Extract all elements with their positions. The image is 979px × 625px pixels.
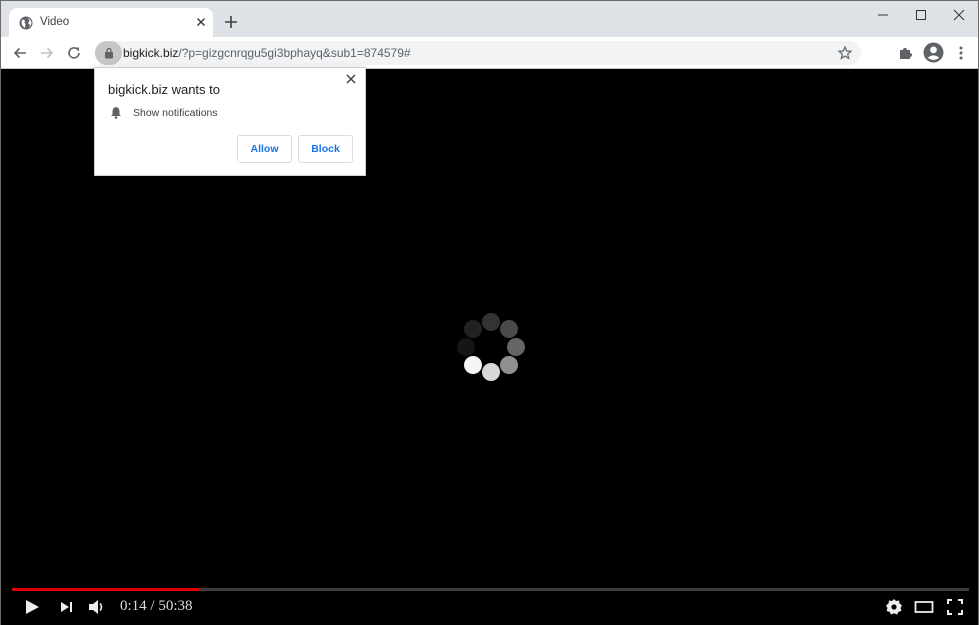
next-icon[interactable]	[57, 597, 77, 617]
lock-icon	[105, 47, 113, 59]
menu-icon[interactable]	[952, 44, 970, 62]
site-info-button[interactable]	[95, 41, 122, 65]
bell-icon	[111, 107, 121, 119]
forward-icon[interactable]	[38, 44, 56, 62]
allow-button[interactable]: Allow	[237, 135, 292, 163]
tab-close-icon[interactable]	[193, 14, 209, 30]
loading-spinner-icon	[457, 313, 525, 381]
minimize-icon[interactable]	[870, 5, 896, 25]
spinner-dot	[500, 320, 518, 338]
reload-icon[interactable]	[65, 44, 83, 62]
tab-title: Video	[40, 16, 70, 28]
play-icon[interactable]	[22, 597, 42, 617]
current-time: 0:14	[120, 598, 147, 614]
url-host: bigkick.biz	[123, 46, 179, 60]
maximize-icon[interactable]	[908, 5, 934, 25]
tab-video[interactable]: Video	[9, 8, 213, 37]
toolbar: bigkick.biz/?p=gizgcnrqgu5gi3bphayq&sub1…	[1, 37, 978, 69]
new-tab-icon[interactable]	[223, 14, 239, 30]
spinner-dot	[500, 356, 518, 374]
spinner-dot	[457, 338, 475, 356]
tab-strip: Video	[1, 1, 978, 37]
progress-fill	[12, 588, 199, 591]
url-path: /?p=gizgcnrqgu5gi3bphayq&sub1=874579#	[178, 46, 411, 60]
extensions-icon[interactable]	[897, 44, 915, 62]
close-icon[interactable]	[946, 5, 972, 25]
star-icon[interactable]	[837, 45, 853, 61]
notification-permission-popup: bigkick.biz wants to Show notifications …	[94, 67, 366, 176]
spinner-dot	[507, 338, 525, 356]
fullscreen-icon[interactable]	[945, 597, 965, 617]
popup-title: bigkick.biz wants to	[108, 82, 220, 97]
time-display: 0:14 / 50:38	[120, 598, 193, 614]
theater-mode-icon[interactable]	[914, 597, 934, 617]
back-icon[interactable]	[11, 44, 29, 62]
browser-window: Video bigkick.biz/?p=gizgcnrqgu5gi3bphay…	[0, 0, 979, 625]
address-bar[interactable]: bigkick.biz/?p=gizgcnrqgu5gi3bphayq&sub1…	[95, 41, 861, 65]
progress-bar[interactable]	[12, 588, 969, 591]
spinner-dot	[482, 313, 500, 331]
block-button[interactable]: Block	[298, 135, 353, 163]
spinner-dot	[482, 363, 500, 381]
profile-icon[interactable]	[923, 42, 944, 63]
duration: 50:38	[158, 598, 193, 614]
globe-icon	[19, 16, 33, 30]
spinner-dot	[464, 356, 482, 374]
volume-icon[interactable]	[87, 597, 107, 617]
spinner-dot	[464, 320, 482, 338]
permission-text: Show notifications	[133, 107, 218, 119]
url-text[interactable]: bigkick.biz/?p=gizgcnrqgu5gi3bphayq&sub1…	[123, 46, 411, 60]
settings-icon[interactable]	[884, 597, 904, 617]
popup-close-icon[interactable]	[345, 73, 357, 85]
